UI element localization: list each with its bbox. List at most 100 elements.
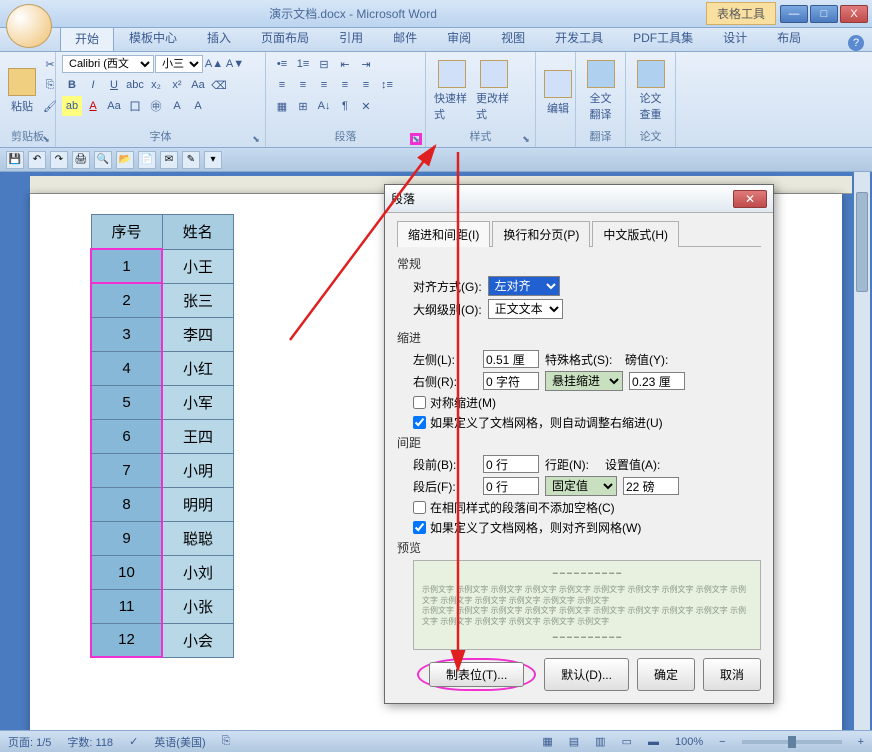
qat-more[interactable]: ▾ bbox=[204, 151, 222, 169]
tab-insert[interactable]: 插入 bbox=[192, 24, 246, 51]
table-tools-tab[interactable]: 表格工具 bbox=[706, 2, 776, 25]
left-indent-input[interactable] bbox=[483, 350, 539, 368]
qat-mail[interactable]: ✉ bbox=[160, 151, 178, 169]
view-web[interactable]: ▥ bbox=[595, 735, 605, 748]
cell-name[interactable]: 张三 bbox=[162, 283, 234, 317]
cell-name[interactable]: 李四 bbox=[162, 317, 234, 351]
enclose-button[interactable]: A bbox=[167, 96, 187, 116]
minimize-button[interactable]: — bbox=[780, 5, 808, 23]
tab-mailings[interactable]: 邮件 bbox=[378, 24, 432, 51]
clear-format-button[interactable]: ⌫ bbox=[209, 75, 229, 95]
status-page[interactable]: 页面: 1/5 bbox=[8, 734, 51, 750]
table-row[interactable]: 6王四 bbox=[91, 419, 234, 453]
tab-line-page-breaks[interactable]: 换行和分页(P) bbox=[492, 221, 590, 247]
close-button[interactable]: X bbox=[840, 5, 868, 23]
font-name-select[interactable]: Calibri (西文 bbox=[62, 55, 154, 73]
cell-seq[interactable]: 4 bbox=[91, 351, 162, 385]
status-proof-icon[interactable]: ✓ bbox=[129, 735, 138, 748]
align-left-button[interactable]: ≡ bbox=[272, 75, 292, 95]
tab-home[interactable]: 开始 bbox=[60, 25, 114, 51]
cancel-button[interactable]: 取消 bbox=[703, 658, 761, 691]
numbering-button[interactable]: 1≡ bbox=[293, 54, 313, 74]
sort-button[interactable]: A↓ bbox=[314, 96, 334, 116]
underline-button[interactable]: U bbox=[104, 75, 124, 95]
phonetic-button[interactable]: ㊥ bbox=[146, 96, 166, 116]
cell-name[interactable]: 小明 bbox=[162, 453, 234, 487]
indent-dec-button[interactable]: ⇤ bbox=[335, 54, 355, 74]
thesis-check-button[interactable]: 论文 查重 bbox=[632, 54, 669, 127]
qat-open[interactable]: 📂 bbox=[116, 151, 134, 169]
font-color-button[interactable]: A bbox=[83, 96, 103, 116]
header-name[interactable]: 姓名 bbox=[162, 215, 234, 250]
italic-button[interactable]: I bbox=[83, 75, 103, 95]
zoom-level[interactable]: 100% bbox=[675, 736, 703, 748]
align-center-button[interactable]: ≡ bbox=[293, 75, 313, 95]
borders-button[interactable]: ⊞ bbox=[293, 96, 313, 116]
view-reading[interactable]: ▤ bbox=[569, 735, 579, 748]
cell-seq[interactable]: 5 bbox=[91, 385, 162, 419]
table-row[interactable]: 11小张 bbox=[91, 589, 234, 623]
font-size-select[interactable]: 小三 bbox=[155, 55, 203, 73]
maximize-button[interactable]: □ bbox=[810, 5, 838, 23]
view-print-layout[interactable]: ▦ bbox=[542, 735, 552, 748]
table-row[interactable]: 2张三 bbox=[91, 283, 234, 317]
tab-template[interactable]: 模板中心 bbox=[114, 24, 192, 51]
paragraph-launcher[interactable]: ⬊ bbox=[410, 133, 422, 145]
cell-name[interactable]: 明明 bbox=[162, 487, 234, 521]
table-row[interactable]: 3李四 bbox=[91, 317, 234, 351]
tab-design[interactable]: 设计 bbox=[708, 24, 762, 51]
qat-print[interactable]: 🖨 bbox=[72, 151, 90, 169]
qat-save[interactable]: 💾 bbox=[6, 151, 24, 169]
change-case-button[interactable]: Aa bbox=[188, 75, 208, 95]
snap-grid-check[interactable] bbox=[413, 521, 426, 534]
tab-layout[interactable]: 页面布局 bbox=[246, 24, 324, 51]
default-button[interactable]: 默认(D)... bbox=[544, 658, 629, 691]
change-styles-button[interactable]: 更改样式 bbox=[474, 54, 514, 127]
space-before-input[interactable] bbox=[483, 455, 539, 473]
grow-font-button[interactable]: A▲ bbox=[204, 54, 224, 74]
clipboard-launcher[interactable]: ⬊ bbox=[40, 133, 52, 145]
cell-seq[interactable]: 10 bbox=[91, 555, 162, 589]
tab-review[interactable]: 审阅 bbox=[432, 24, 486, 51]
superscript-button[interactable]: x² bbox=[167, 75, 187, 95]
right-indent-input[interactable] bbox=[483, 372, 539, 390]
tab-indent-spacing[interactable]: 缩进和间距(I) bbox=[397, 221, 490, 247]
cell-seq[interactable]: 11 bbox=[91, 589, 162, 623]
subscript-button[interactable]: x₂ bbox=[146, 75, 166, 95]
tab-asian-typography[interactable]: 中文版式(H) bbox=[592, 221, 679, 247]
table-row[interactable]: 8明明 bbox=[91, 487, 234, 521]
align-right-button[interactable]: ≡ bbox=[314, 75, 334, 95]
at-value-input[interactable] bbox=[623, 477, 679, 495]
alignment-select[interactable]: 左对齐 bbox=[488, 276, 560, 296]
tab-table-layout[interactable]: 布局 bbox=[762, 24, 816, 51]
zoom-slider[interactable] bbox=[742, 740, 842, 744]
quick-styles-button[interactable]: 快速样式 bbox=[432, 54, 472, 127]
paste-button[interactable]: 粘贴 bbox=[6, 54, 38, 127]
line-spacing-select[interactable]: 固定值 bbox=[545, 476, 617, 496]
char-scale-button[interactable]: Aa bbox=[104, 96, 124, 116]
highlight-button[interactable]: ab bbox=[62, 96, 82, 116]
distribute-button[interactable]: ≡ bbox=[356, 75, 376, 95]
font-launcher[interactable]: ⬊ bbox=[250, 133, 262, 145]
table-row[interactable]: 1小王 bbox=[91, 249, 234, 283]
char-border-button[interactable]: 囗 bbox=[125, 96, 145, 116]
indent-inc-button[interactable]: ⇥ bbox=[356, 54, 376, 74]
editing-button[interactable]: 编辑 bbox=[542, 54, 574, 131]
cell-seq[interactable]: 8 bbox=[91, 487, 162, 521]
translate-button[interactable]: 全文 翻译 bbox=[582, 54, 619, 127]
cell-seq[interactable]: 7 bbox=[91, 453, 162, 487]
cell-seq[interactable]: 3 bbox=[91, 317, 162, 351]
shading-button[interactable]: ▦ bbox=[272, 96, 292, 116]
tab-references[interactable]: 引用 bbox=[324, 24, 378, 51]
space-after-input[interactable] bbox=[483, 477, 539, 495]
cell-name[interactable]: 小刘 bbox=[162, 555, 234, 589]
tab-developer[interactable]: 开发工具 bbox=[540, 24, 618, 51]
view-outline[interactable]: ▭ bbox=[622, 735, 632, 748]
no-space-same-style-check[interactable] bbox=[413, 501, 426, 514]
dialog-titlebar[interactable]: 段落 ✕ bbox=[385, 185, 773, 213]
by-value-input[interactable] bbox=[629, 372, 685, 390]
line-spacing-button[interactable]: ↕≡ bbox=[377, 75, 397, 95]
status-insert-icon[interactable]: ⎘ bbox=[222, 735, 231, 748]
qat-undo[interactable]: ↶ bbox=[28, 151, 46, 169]
qat-preview[interactable]: 🔍 bbox=[94, 151, 112, 169]
